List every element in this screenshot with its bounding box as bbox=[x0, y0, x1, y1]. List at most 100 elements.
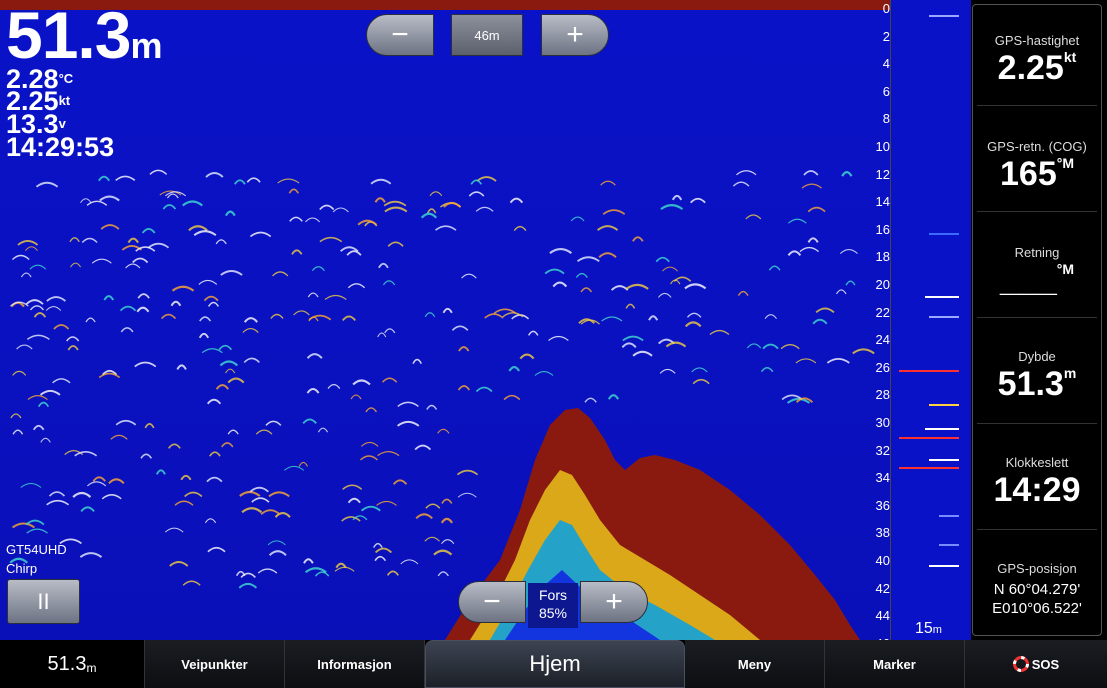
depth-scale-tick: 4 bbox=[882, 56, 890, 72]
tab-information[interactable]: Informasjon bbox=[285, 640, 425, 688]
depth-scale-tick: 36 bbox=[875, 497, 890, 513]
field-unit: °M bbox=[1056, 155, 1074, 171]
depth-scale-tick: 18 bbox=[875, 249, 890, 265]
a-scope-return bbox=[899, 467, 959, 469]
divider bbox=[977, 529, 1097, 530]
pause-icon: II bbox=[37, 588, 50, 614]
divider bbox=[977, 105, 1097, 106]
depth-scale-tick: 30 bbox=[875, 415, 890, 430]
time-value: 14:29:53 bbox=[6, 132, 115, 162]
field-unit: m bbox=[1063, 365, 1077, 381]
field-label: GPS-retn. (COG) bbox=[987, 139, 1087, 154]
time-readout: 14:29:53 bbox=[6, 134, 114, 161]
depth-scale-tick: 24 bbox=[875, 332, 890, 348]
field-value: 14:29 bbox=[993, 471, 1081, 509]
depth-scale-tick: 32 bbox=[875, 442, 890, 458]
depth-scale-tick: 2 bbox=[882, 28, 890, 44]
field-value: ___ bbox=[1000, 261, 1057, 299]
voltage-unit: v bbox=[58, 116, 66, 131]
depth-scale-tick: 38 bbox=[875, 525, 890, 541]
gps-speed-field[interactable]: GPS-hastighet 2.25kt bbox=[973, 33, 1101, 86]
gain-minus-button[interactable]: − bbox=[458, 581, 526, 623]
a-scope-range-value: 15 bbox=[915, 620, 933, 637]
field-label: Klokkeslett bbox=[1005, 455, 1069, 470]
depth-unit: m bbox=[130, 25, 162, 66]
field-label: GPS-posisjon bbox=[997, 561, 1077, 576]
tab-label: Marker bbox=[873, 656, 916, 672]
sonar-view[interactable]: 51.3m 2.28°C 2.25kt 13.3v 14:29:53 − 46m… bbox=[0, 0, 890, 640]
bottom-nav-bar: 51.3 m Veipunkter Informasjon Hjem Meny M… bbox=[0, 640, 1107, 688]
a-scope-return bbox=[929, 15, 959, 17]
gain-plus-button[interactable]: + bbox=[580, 581, 648, 623]
gain-readout: Fors 85% bbox=[528, 583, 578, 628]
lifebuoy-icon bbox=[1012, 656, 1029, 672]
a-scope-column: 15m bbox=[890, 0, 971, 640]
data-panel: GPS-hastighet 2.25kt GPS-retn. (COG) 165… bbox=[972, 4, 1102, 636]
depth-scale-tick: 6 bbox=[882, 83, 890, 99]
range-plus-button[interactable]: + bbox=[541, 14, 609, 56]
clock-field[interactable]: Klokkeslett 14:29 bbox=[973, 455, 1101, 508]
divider bbox=[977, 211, 1097, 212]
gain-label: Fors bbox=[539, 587, 567, 603]
minus-icon: − bbox=[483, 585, 501, 618]
depth-scale-tick: 14 bbox=[875, 194, 890, 210]
a-scope-return bbox=[929, 404, 959, 406]
gps-cog-field[interactable]: GPS-retn. (COG) 165°M bbox=[973, 139, 1101, 192]
gain-value: 85% bbox=[538, 605, 568, 621]
field-label: Dybde bbox=[1018, 349, 1056, 364]
tab-menu[interactable]: Meny bbox=[685, 640, 825, 688]
speed-unit: kt bbox=[58, 93, 71, 108]
depth-scale: 0 2 4 6 8 10 12 14 16 18 20 22 24 26 28 30 32 34 36 38 40 42 4… bbox=[862, 0, 890, 640]
divider bbox=[977, 423, 1097, 424]
plus-icon: + bbox=[566, 18, 584, 51]
a-scope-return bbox=[899, 437, 959, 439]
divider bbox=[977, 317, 1097, 318]
depth-scale-tick: 12 bbox=[875, 166, 890, 182]
tab-waypoints[interactable]: Veipunkter bbox=[145, 640, 285, 688]
tab-home[interactable]: Hjem bbox=[425, 640, 685, 688]
field-label: Retning bbox=[1014, 245, 1060, 260]
a-scope-range-unit: m bbox=[932, 624, 942, 636]
depth-tab[interactable]: 51.3 m bbox=[0, 640, 145, 688]
pause-button[interactable]: II bbox=[7, 579, 80, 624]
tab-mark[interactable]: Marker bbox=[825, 640, 965, 688]
range-minus-button[interactable]: − bbox=[366, 14, 434, 56]
depth-scale-tick: 0 bbox=[882, 1, 890, 16]
depth-scale-tick: 40 bbox=[875, 553, 890, 568]
heading-field[interactable]: Retning ___°M bbox=[973, 245, 1101, 298]
transducer-name: GT54UHD bbox=[6, 542, 67, 557]
a-scope-return bbox=[925, 428, 959, 430]
sonar-echo-display bbox=[0, 0, 890, 640]
field-unit: kt bbox=[1063, 49, 1077, 65]
depth-scale-tick: 28 bbox=[875, 387, 890, 403]
field-value: 51.3 bbox=[997, 365, 1064, 403]
depth-scale-tick: 8 bbox=[882, 111, 890, 127]
longitude-value: E010°06.522' bbox=[992, 600, 1082, 617]
a-scope-return bbox=[925, 296, 959, 298]
tab-label: Meny bbox=[737, 656, 772, 672]
gps-position-field[interactable]: GPS-posisjon N 60°04.279' E010°06.522' bbox=[973, 561, 1101, 618]
a-scope-range: 15m bbox=[915, 620, 942, 638]
tab-label: Veipunkter bbox=[181, 656, 248, 672]
tab-label: Hjem bbox=[529, 651, 581, 676]
depth-scale-tick: 44 bbox=[875, 608, 890, 624]
depth-scale-tick: 26 bbox=[875, 359, 890, 375]
water-temp-unit: °C bbox=[58, 71, 74, 86]
a-scope-return bbox=[939, 515, 959, 517]
depth-value: 51.3 bbox=[6, 0, 131, 72]
depth-scale-tick: 10 bbox=[875, 139, 890, 154]
depth-field[interactable]: Dybde 51.3m bbox=[973, 349, 1101, 402]
transducer-info: GT54UHD Chirp bbox=[6, 540, 67, 578]
a-scope-return bbox=[929, 233, 959, 235]
sos-button[interactable]: SOS bbox=[965, 640, 1107, 688]
field-value: 2.25 bbox=[997, 49, 1064, 87]
depth-tab-value: 51.3 bbox=[47, 652, 87, 675]
range-label: 46m bbox=[474, 27, 500, 43]
field-value: 165 bbox=[1000, 155, 1057, 193]
range-value: 46m bbox=[451, 14, 523, 56]
field-label: GPS-hastighet bbox=[994, 33, 1080, 48]
a-scope-return bbox=[899, 370, 959, 372]
field-unit: °M bbox=[1056, 261, 1074, 277]
latitude-value: N 60°04.279' bbox=[993, 581, 1081, 598]
depth-scale-tick: 16 bbox=[875, 221, 890, 237]
